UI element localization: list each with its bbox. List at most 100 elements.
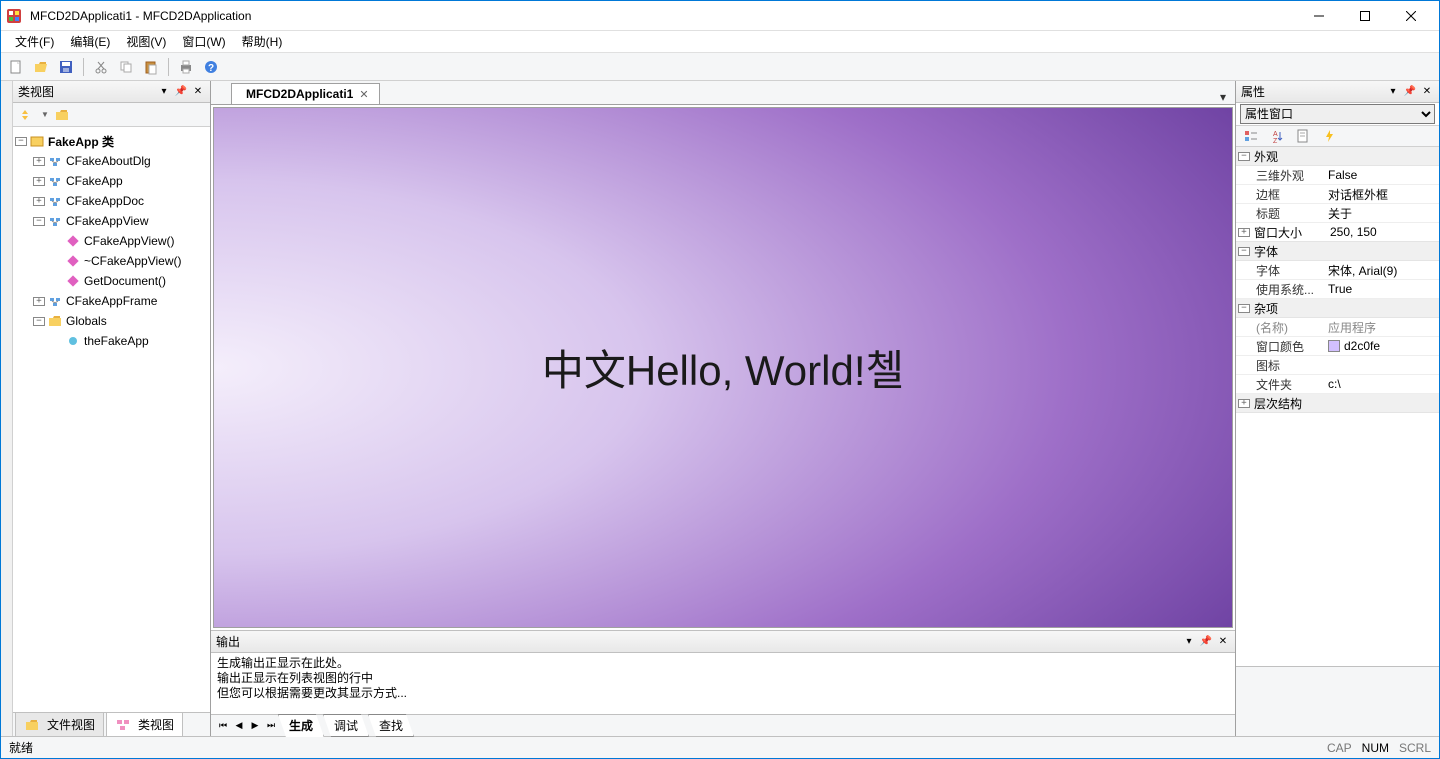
copy-button[interactable] xyxy=(115,56,137,78)
categorize-icon[interactable] xyxy=(1240,125,1262,147)
tree-item-label: CFakeAboutDlg xyxy=(66,154,151,168)
prop-cat-misc[interactable]: −杂项 xyxy=(1236,299,1439,318)
tree-item[interactable]: theFakeApp xyxy=(15,331,208,351)
document-tab[interactable]: MFCD2DApplicati1 ✕ xyxy=(231,83,380,104)
open-button[interactable] xyxy=(30,56,52,78)
panel-close-icon[interactable]: ✕ xyxy=(1420,85,1434,99)
prop-row-winsize[interactable]: +窗口大小250, 150 xyxy=(1236,223,1439,242)
nav-next-icon[interactable]: ▶ xyxy=(247,718,263,734)
help-button[interactable]: ? xyxy=(200,56,222,78)
expander-icon[interactable]: + xyxy=(33,177,45,186)
expander-icon[interactable]: − xyxy=(33,217,45,226)
nav-prev-icon[interactable]: ◀ xyxy=(231,718,247,734)
method-icon xyxy=(65,234,81,248)
tab-classview[interactable]: 类视图 xyxy=(106,712,183,736)
expander-icon[interactable]: − xyxy=(15,137,27,146)
tree-item-label: CFakeAppView xyxy=(66,214,149,228)
tree-item[interactable]: GetDocument() xyxy=(15,271,208,291)
output-line: 输出正显示在列表视图的行中 xyxy=(217,671,1229,686)
properties-object-select[interactable]: 属性窗口 xyxy=(1240,104,1435,124)
tree-item[interactable]: CFakeAppView() xyxy=(15,231,208,251)
left-dock-strip xyxy=(1,81,13,736)
window-title: MFCD2DApplicati1 - MFCD2DApplication xyxy=(27,9,1296,23)
paste-button[interactable] xyxy=(140,56,162,78)
prop-cat-hier[interactable]: +层次结构 xyxy=(1236,394,1439,413)
prop-cat-font[interactable]: −字体 xyxy=(1236,242,1439,261)
statusbar: 就绪 CAP NUM SCRL xyxy=(1,736,1439,758)
tab-close-icon[interactable]: ✕ xyxy=(359,88,368,101)
tab-classview-label: 类视图 xyxy=(138,716,174,733)
prop-cat-appearance[interactable]: −外观 xyxy=(1236,147,1439,166)
expander-icon[interactable]: + xyxy=(33,157,45,166)
class-icon xyxy=(47,154,63,168)
save-button[interactable] xyxy=(55,56,77,78)
output-tab-build[interactable]: 生成 xyxy=(278,714,324,737)
tree-item-label: CFakeAppView() xyxy=(84,234,174,248)
tree-item[interactable]: + CFakeAboutDlg xyxy=(15,151,208,171)
menu-view[interactable]: 视图(V) xyxy=(118,31,174,52)
expander-icon[interactable]: − xyxy=(33,317,45,326)
lightning-icon[interactable] xyxy=(1318,125,1340,147)
cut-button[interactable] xyxy=(90,56,112,78)
output-tab-find[interactable]: 查找 xyxy=(368,714,414,737)
tree-item[interactable]: ~CFakeAppView() xyxy=(15,251,208,271)
prop-row: 边框对话框外框 xyxy=(1236,185,1439,204)
tree-item[interactable]: +CFakeAppDoc xyxy=(15,191,208,211)
menu-help[interactable]: 帮助(H) xyxy=(234,31,291,52)
class-icon xyxy=(47,174,63,188)
tree-item[interactable]: − Globals xyxy=(15,311,208,331)
prop-row-wincolor: 窗口颜色d2c0fe xyxy=(1236,337,1439,356)
properties-grid[interactable]: −外观 三维外观False 边框对话框外框 标题关于 +窗口大小250, 150… xyxy=(1236,147,1439,666)
pin-icon[interactable]: 📌 xyxy=(1199,635,1213,649)
pin-icon[interactable]: 📌 xyxy=(174,85,188,99)
properties-title: 属性 xyxy=(1241,83,1265,100)
panel-dropdown-icon[interactable]: ▾ xyxy=(1386,85,1400,99)
expander-icon[interactable]: + xyxy=(33,197,45,206)
canvas-text: 中文Hello, World!첼 xyxy=(542,337,904,398)
panel-close-icon[interactable]: ✕ xyxy=(1216,635,1230,649)
panel-dropdown-icon[interactable]: ▾ xyxy=(1182,635,1196,649)
output-tab-debug[interactable]: 调试 xyxy=(323,714,369,737)
canvas-view[interactable]: 中文Hello, World!첼 xyxy=(213,107,1233,628)
print-button[interactable] xyxy=(175,56,197,78)
tree-item[interactable]: +CFakeApp xyxy=(15,171,208,191)
class-icon xyxy=(47,194,63,208)
svg-text:Z: Z xyxy=(1273,138,1278,143)
panel-close-icon[interactable]: ✕ xyxy=(191,85,205,99)
close-button[interactable] xyxy=(1388,1,1434,31)
tab-fileview[interactable]: 文件视图 xyxy=(15,712,104,736)
sort-button[interactable] xyxy=(17,104,39,126)
new-button[interactable] xyxy=(5,56,27,78)
folder-icon xyxy=(24,718,40,732)
maximize-button[interactable] xyxy=(1342,1,1388,31)
tree-item[interactable]: − CFakeAppView xyxy=(15,211,208,231)
panel-dropdown-icon[interactable]: ▾ xyxy=(157,85,171,99)
properties-description xyxy=(1236,666,1439,736)
tree-root[interactable]: − FakeApp 类 xyxy=(15,131,208,151)
menu-file[interactable]: 文件(F) xyxy=(7,31,62,52)
tree-item[interactable]: +CFakeAppFrame xyxy=(15,291,208,311)
tree-item-label: GetDocument() xyxy=(84,274,166,288)
menu-edit[interactable]: 编辑(E) xyxy=(62,31,118,52)
minimize-button[interactable] xyxy=(1296,1,1342,31)
nav-first-icon[interactable]: ⏮ xyxy=(215,718,231,734)
newfolder-button[interactable] xyxy=(51,104,73,126)
expander-icon[interactable]: + xyxy=(33,297,45,306)
tree-item-label: Globals xyxy=(66,314,107,328)
pin-icon[interactable]: 📌 xyxy=(1403,85,1417,99)
dropdown-icon[interactable]: ▼ xyxy=(41,110,49,119)
class-tree[interactable]: − FakeApp 类 +CFakeAboutDlg+CFakeApp+CFak… xyxy=(13,127,210,712)
output-title: 输出 xyxy=(216,633,240,650)
output-body[interactable]: 生成输出正显示在此处。 输出正显示在列表视图的行中 但您可以根据需要更改其显示方… xyxy=(211,653,1235,714)
var-icon xyxy=(65,334,81,348)
tab-list-dropdown-icon[interactable]: ▾ xyxy=(1217,90,1235,104)
sort-az-icon[interactable]: AZ xyxy=(1266,125,1288,147)
svg-text:A: A xyxy=(1273,131,1278,138)
nav-last-icon[interactable]: ⏭ xyxy=(263,718,279,734)
menu-window[interactable]: 窗口(W) xyxy=(174,31,233,52)
class-icon xyxy=(115,718,131,732)
menubar: 文件(F) 编辑(E) 视图(V) 窗口(W) 帮助(H) xyxy=(1,31,1439,53)
status-ready: 就绪 xyxy=(9,739,33,756)
prop-row: (名称)应用程序 xyxy=(1236,318,1439,337)
props-page-icon[interactable] xyxy=(1292,125,1314,147)
